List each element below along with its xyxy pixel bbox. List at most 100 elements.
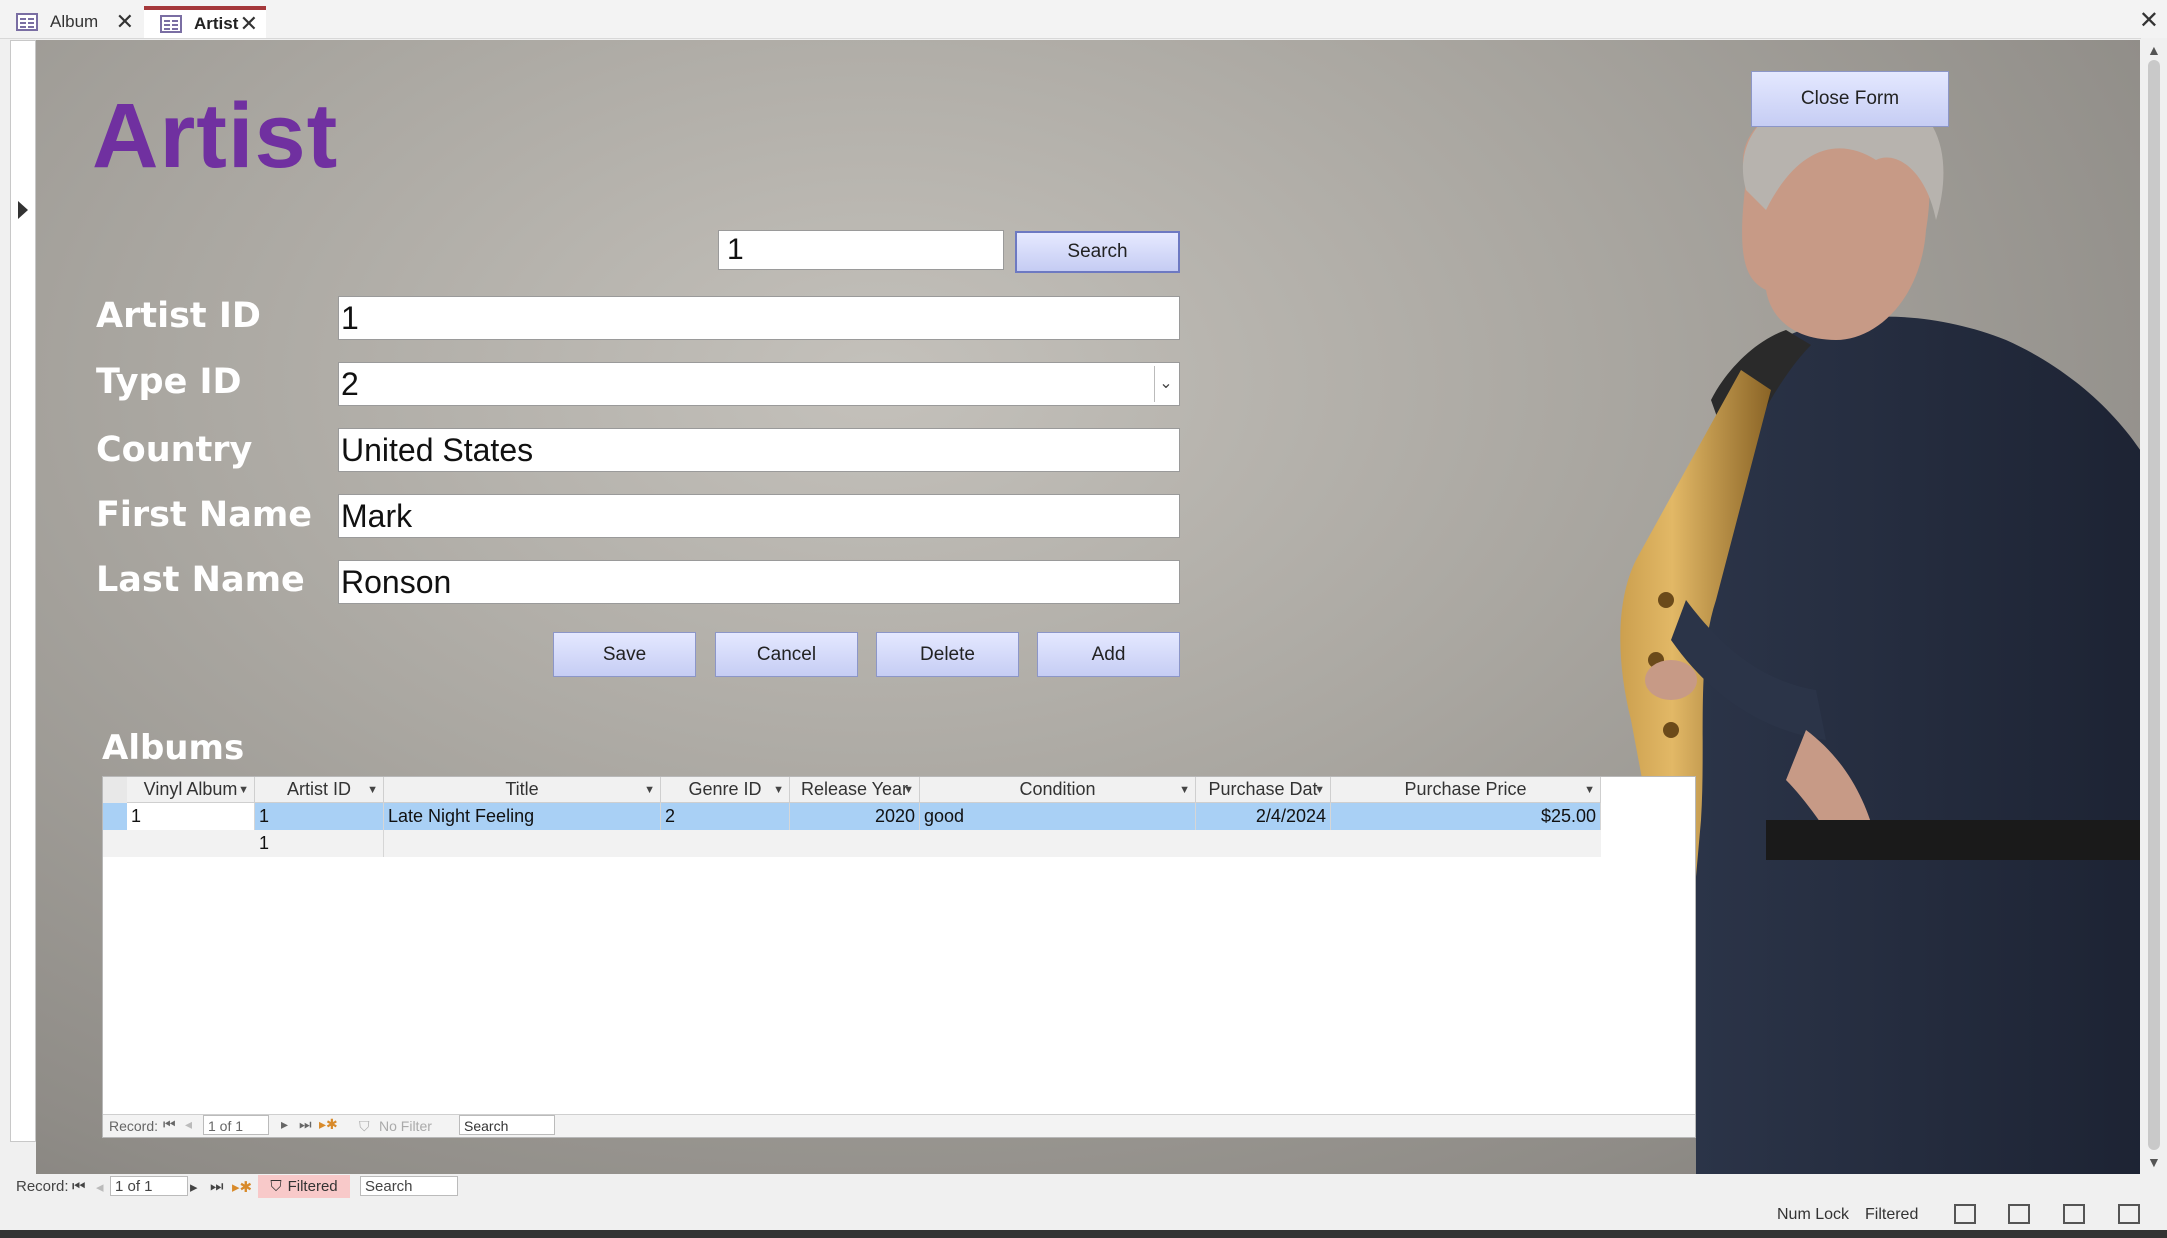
filtered-label: Filtered — [287, 1178, 338, 1195]
document-tab-bar: Album ✕ Artist ✕ ✕ — [0, 0, 2167, 39]
save-button[interactable]: Save — [553, 632, 696, 677]
chevron-down-icon[interactable]: ⌄ — [1154, 366, 1177, 402]
datasheet-view-icon[interactable] — [2008, 1204, 2030, 1224]
sort-arrow-icon[interactable]: ▼ — [644, 784, 655, 796]
scroll-down-icon[interactable]: ▼ — [2147, 1154, 2161, 1170]
delete-button[interactable]: Delete — [876, 632, 1019, 677]
subform-search-input[interactable]: Search — [459, 1115, 555, 1135]
table-cell[interactable]: 1 — [127, 803, 255, 830]
status-bar: Num Lock Filtered — [0, 1200, 2167, 1230]
sort-arrow-icon[interactable]: ▼ — [1179, 784, 1190, 796]
layout-view-icon[interactable] — [2063, 1204, 2085, 1224]
column-label: Release Year — [800, 779, 909, 799]
column-header-purchase-price[interactable]: Purchase Price ▼ — [1331, 777, 1601, 803]
filter-icon: ⛉ — [270, 1178, 282, 1195]
search-input[interactable]: 1 — [718, 230, 1004, 270]
scroll-thumb[interactable] — [2148, 60, 2160, 1150]
close-document-icon[interactable]: ✕ — [2139, 6, 2159, 35]
design-view-icon[interactable] — [2118, 1204, 2140, 1224]
record-label: Record: — [109, 1118, 159, 1134]
first-record-icon[interactable]: ⏮ — [163, 1116, 176, 1133]
subform-navigation-bar: Record: ⏮ ◂ 1 of 1 ▸ ⏭ ▸✱ ⛉ No Filter Se… — [103, 1114, 1695, 1137]
table-cell[interactable]: Late Night Feeling — [384, 803, 661, 830]
record-search-input[interactable]: Search — [360, 1176, 458, 1196]
previous-record-icon[interactable]: ◂ — [185, 1116, 192, 1133]
column-header-release-year[interactable]: Release Year ▼ — [790, 777, 920, 803]
table-cell[interactable]: 1 — [255, 803, 384, 830]
new-record-row[interactable]: 1 — [103, 830, 1601, 857]
sort-arrow-icon[interactable]: ▼ — [238, 784, 249, 796]
first-name-field[interactable]: Mark — [338, 494, 1180, 538]
add-button[interactable]: Add — [1037, 632, 1180, 677]
column-label: Condition — [1019, 779, 1096, 799]
table-cell[interactable]: $25.00 — [1331, 803, 1601, 830]
column-header-purchase-date[interactable]: Purchase Dat ▼ — [1196, 777, 1331, 803]
column-header-genre-id[interactable]: Genre ID ▼ — [661, 777, 790, 803]
form-icon — [16, 13, 38, 31]
first-record-icon[interactable]: ⏮ — [72, 1178, 86, 1195]
sort-arrow-icon[interactable]: ▼ — [1314, 784, 1325, 796]
column-header-condition[interactable]: Condition ▼ — [920, 777, 1196, 803]
table-cell[interactable]: 2/4/2024 — [1196, 803, 1331, 830]
next-record-icon[interactable]: ▸ — [281, 1116, 288, 1133]
last-name-label: Last Name — [96, 560, 305, 600]
sort-arrow-icon[interactable]: ▼ — [1584, 784, 1595, 796]
tab-album[interactable]: Album ✕ — [0, 6, 142, 38]
column-header-artist-id[interactable]: Artist ID ▼ — [255, 777, 384, 803]
close-form-button[interactable]: Close Form — [1751, 71, 1949, 127]
column-label: Artist ID — [286, 779, 351, 799]
column-header-title[interactable]: Title ▼ — [384, 777, 661, 803]
type-id-value: 2 — [341, 366, 359, 402]
record-position-input[interactable]: 1 of 1 — [203, 1115, 269, 1135]
last-record-icon[interactable]: ⏭ — [210, 1178, 224, 1195]
search-button[interactable]: Search — [1015, 231, 1180, 273]
form-title: Artist — [92, 85, 339, 187]
column-label: Vinyl Album — [143, 779, 238, 799]
sort-arrow-icon[interactable]: ▼ — [903, 784, 914, 796]
close-icon[interactable]: ✕ — [116, 9, 134, 35]
last-name-field[interactable]: Ronson — [338, 560, 1180, 604]
country-label: Country — [96, 430, 253, 470]
sort-arrow-icon[interactable]: ▼ — [367, 784, 378, 796]
close-icon[interactable]: ✕ — [240, 11, 258, 37]
no-filter-indicator[interactable]: No Filter — [379, 1118, 432, 1134]
num-lock-indicator: Num Lock — [1777, 1206, 1850, 1223]
vertical-scrollbar[interactable]: ▲ ▼ — [2141, 38, 2167, 1174]
column-label: Genre ID — [688, 779, 762, 799]
filtered-indicator: Filtered — [1865, 1206, 1919, 1223]
first-name-label: First Name — [96, 495, 313, 535]
country-field[interactable]: United States — [338, 428, 1180, 472]
artist-form: Artist Close Form 1 Search Artist ID 1 T… — [36, 40, 2140, 1174]
filtered-toggle[interactable]: ⛉ Filtered — [258, 1175, 350, 1198]
new-record-icon[interactable]: ▸✱ — [319, 1116, 338, 1133]
artist-id-label: Artist ID — [96, 296, 261, 336]
albums-subform: ✱ Vinyl Album▼ Artist ID▼ Title▼ Genre I… — [102, 776, 1696, 1138]
scroll-up-icon[interactable]: ▲ — [2147, 42, 2161, 58]
record-label: Record: — [16, 1178, 69, 1195]
table-cell[interactable]: 2020 — [790, 803, 920, 830]
table-cell[interactable]: 1 — [255, 830, 384, 857]
type-id-label: Type ID — [96, 362, 242, 402]
form-view-icon[interactable] — [1954, 1204, 1976, 1224]
taskbar-edge — [0, 1230, 2167, 1238]
table-cell[interactable]: 2 — [661, 803, 790, 830]
filter-icon: ⛉ — [359, 1118, 370, 1134]
previous-record-icon[interactable]: ◂ — [96, 1178, 104, 1196]
column-header-vinyl-album[interactable]: Vinyl Album ▼ — [127, 777, 255, 803]
artist-id-field[interactable]: 1 — [338, 296, 1180, 340]
new-record-icon[interactable]: ▸✱ — [232, 1178, 252, 1196]
last-record-icon[interactable]: ⏭ — [299, 1116, 312, 1133]
column-label: Title — [505, 779, 539, 799]
sort-arrow-icon[interactable]: ▼ — [773, 784, 784, 796]
record-position-input[interactable]: 1 of 1 — [110, 1176, 188, 1196]
albums-label: Albums — [102, 728, 245, 768]
column-label: Purchase Price — [1404, 779, 1527, 799]
next-record-icon[interactable]: ▸ — [190, 1178, 198, 1196]
table-row[interactable]: 1 1 Late Night Feeling 2 2020 good 2/4/2… — [103, 803, 1601, 830]
cancel-button[interactable]: Cancel — [715, 632, 858, 677]
tab-label: Album — [50, 12, 99, 31]
tab-artist[interactable]: Artist ✕ — [144, 6, 266, 38]
record-selector[interactable] — [10, 40, 36, 1142]
table-cell[interactable]: good — [920, 803, 1196, 830]
type-id-combo[interactable]: 2 ⌄ — [338, 362, 1180, 406]
